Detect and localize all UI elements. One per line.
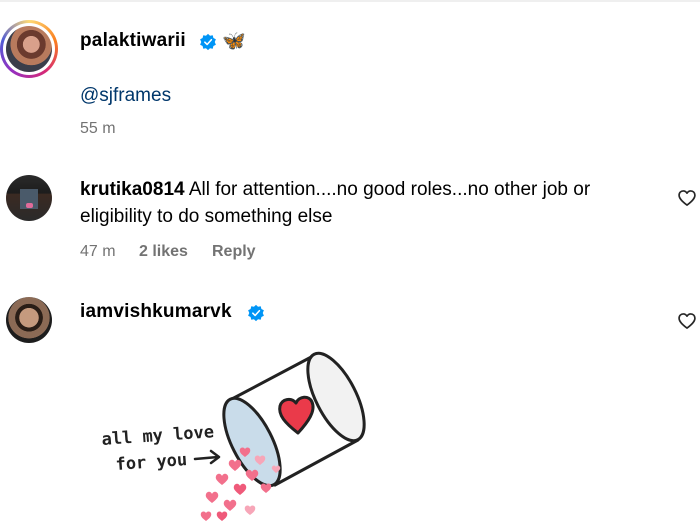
reply-button[interactable]: Reply [212, 243, 256, 261]
verified-badge-icon [248, 304, 264, 322]
jar-icon [222, 351, 366, 488]
comment-body: krutika0814 All for attention....no good… [80, 176, 650, 230]
sticker-text-line1: all my love [101, 422, 215, 450]
avatar[interactable] [6, 175, 52, 221]
verified-badge-icon [200, 33, 216, 51]
top-divider [0, 0, 700, 2]
avatar [6, 26, 52, 72]
avatar[interactable] [6, 297, 52, 343]
like-heart-icon[interactable] [677, 188, 697, 208]
mention-link[interactable]: @sjframes [80, 85, 171, 107]
post-timestamp: 55 m [80, 120, 116, 137]
comment-timestamp: 47 m [80, 243, 116, 260]
comment-likes-link[interactable]: 2 likes [139, 243, 188, 261]
love-jar-sticker: all my love for you [101, 351, 366, 521]
comment-username[interactable]: krutika0814 [80, 179, 185, 200]
butterfly-emoji-icon: 🦋 [222, 31, 246, 52]
like-heart-icon[interactable] [677, 311, 697, 331]
sticker-text-line2: for you [115, 450, 188, 475]
story-ring-avatar[interactable] [0, 20, 58, 78]
comment-username[interactable]: iamvishkumarvk [80, 301, 232, 323]
post-username[interactable]: palaktiwarii [80, 30, 186, 52]
arrow-icon [193, 449, 221, 465]
